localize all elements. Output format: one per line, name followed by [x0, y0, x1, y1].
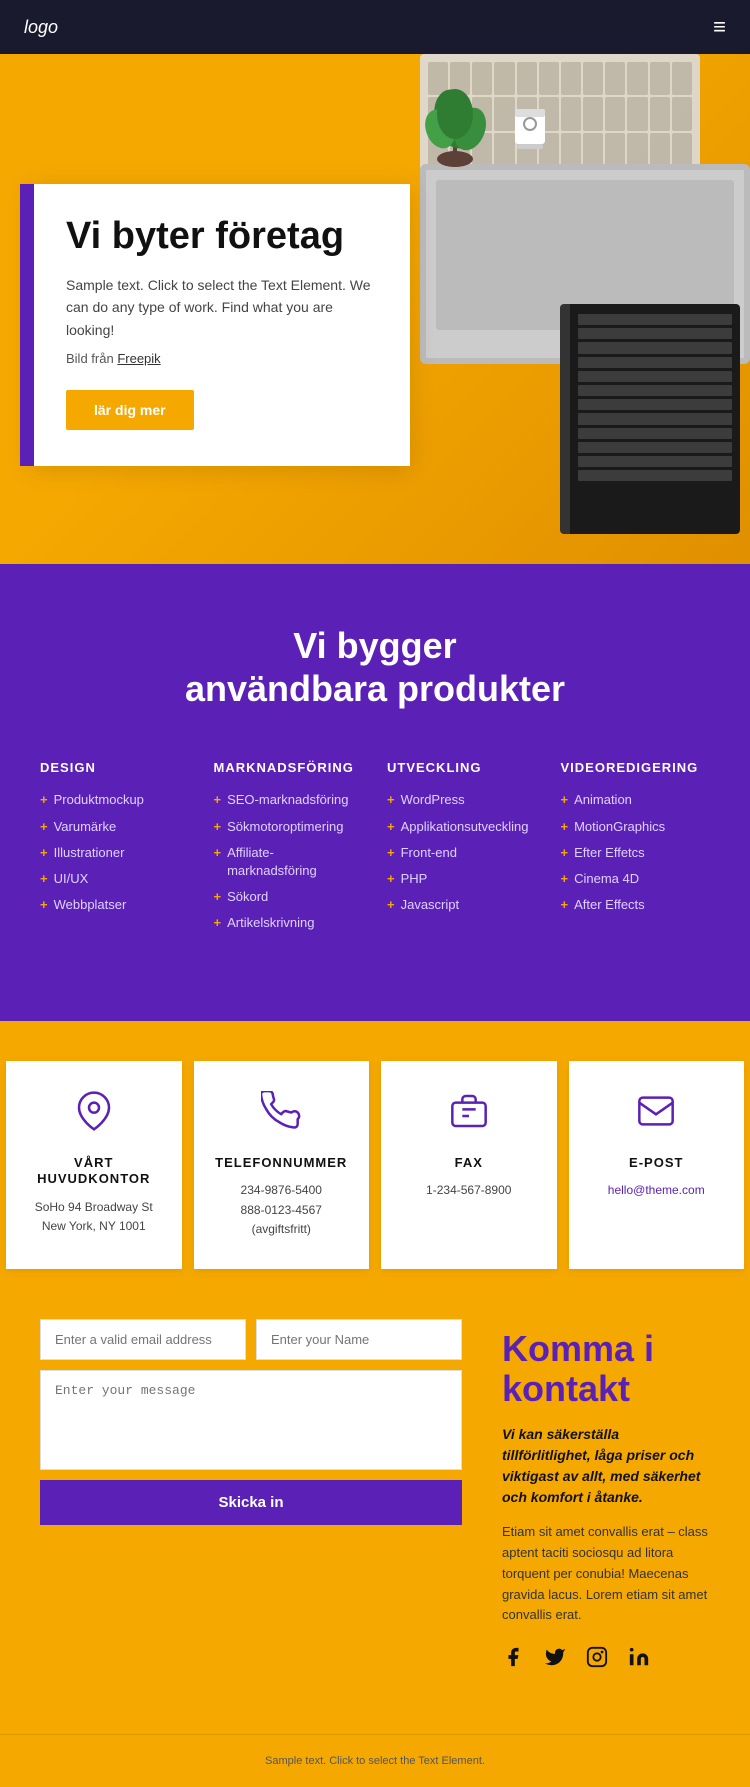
facebook-icon[interactable] [502, 1646, 524, 1674]
phone-icon [214, 1091, 350, 1141]
email-input[interactable] [40, 1319, 246, 1360]
service-item: +Affiliate-marknadsföring [214, 844, 364, 880]
contact-form: Skicka in [40, 1319, 462, 1525]
navbar: logo ≡ [0, 0, 750, 54]
name-input[interactable] [256, 1319, 462, 1360]
service-heading: MARKNADSFÖRING [214, 760, 364, 775]
contact-heading: Komma i kontakt [502, 1329, 710, 1408]
service-item: +WordPress [387, 791, 537, 809]
contact-card-fax: FAX 1-234-567-8900 [381, 1061, 557, 1269]
services-grid: DESIGN +Produktmockup +Varumärke +Illustra… [40, 760, 710, 940]
hero-body-text: Sample text. Click to select the Text El… [66, 274, 374, 341]
service-column: VIDEOREDIGERING +Animation +MotionGraphic… [561, 760, 711, 940]
service-item: +Sökmotoroptimering [214, 818, 364, 836]
form-top-row [40, 1319, 462, 1360]
nav-logo: logo [24, 17, 58, 38]
service-item: +Produktmockup [40, 791, 190, 809]
service-heading: DESIGN [40, 760, 190, 775]
nav-menu-icon[interactable]: ≡ [713, 14, 726, 40]
service-item: +MotionGraphics [561, 818, 711, 836]
service-item: +Illustrationer [40, 844, 190, 862]
service-column: MARKNADSFÖRING +SEO-marknadsföring +Sökmo… [214, 760, 364, 940]
contact-card-heading: VÅRT HUVUDKONTOR [26, 1155, 162, 1189]
contact-body-text: Etiam sit amet convallis erat – class ap… [502, 1522, 710, 1626]
service-item: +Cinema 4D [561, 870, 711, 888]
twitter-icon[interactable] [544, 1646, 566, 1674]
social-icons [502, 1646, 710, 1674]
service-item: +Efter Effetcs [561, 844, 711, 862]
deco-plant [420, 74, 490, 174]
contact-card-heading: FAX [401, 1155, 537, 1172]
contact-info: Komma i kontakt Vi kan säkerställa tillf… [502, 1319, 710, 1674]
contact-email-link[interactable]: hello@theme.com [608, 1183, 705, 1197]
service-item: +Webbplatser [40, 896, 190, 914]
contact-cards-section: VÅRT HUVUDKONTOR SoHo 94 Broadway St New … [0, 1021, 750, 1309]
instagram-icon[interactable] [586, 1646, 608, 1674]
service-item: +Artikelskrivning [214, 914, 364, 932]
contact-card-heading: TELEFONNUMMER [214, 1155, 350, 1172]
service-column: DESIGN +Produktmockup +Varumärke +Illustra… [40, 760, 190, 940]
location-icon [26, 1091, 162, 1141]
service-heading: UTVECKLING [387, 760, 537, 775]
contact-card-phone: 234-9876-5400888-0123-4567 (avgiftsfritt… [214, 1181, 350, 1239]
hero-source-link[interactable]: Freepik [117, 351, 160, 366]
services-title: Vi bygger användbara produkter [40, 624, 710, 710]
contact-card-email: E-POST hello@theme.com [569, 1061, 745, 1269]
contact-card-phone: TELEFONNUMMER 234-9876-5400888-0123-4567 … [194, 1061, 370, 1269]
service-item: +Front-end [387, 844, 537, 862]
footer: Sample text. Click to select the Text El… [0, 1734, 750, 1787]
service-item: +Animation [561, 791, 711, 809]
service-column: UTVECKLING +WordPress +Applikationsutveck… [387, 760, 537, 940]
hero-source: Bild från Freepik [66, 351, 374, 366]
hero-accent-bar [20, 184, 34, 466]
service-item: +UI/UX [40, 870, 190, 888]
hero-title: Vi byter företag [66, 216, 374, 258]
service-item: +Sökord [214, 888, 364, 906]
contact-section: Skicka in Komma i kontakt Vi kan säkerst… [0, 1309, 750, 1734]
services-section: Vi bygger användbara produkter DESIGN +P… [0, 564, 750, 1021]
service-item: +Applikationsutveckling [387, 818, 537, 836]
contact-card-location: VÅRT HUVUDKONTOR SoHo 94 Broadway St New … [6, 1061, 182, 1269]
email-icon [589, 1091, 725, 1141]
hero-section: Vi byter företag Sample text. Click to s… [0, 54, 750, 564]
fax-icon [401, 1091, 537, 1141]
hero-card: Vi byter företag Sample text. Click to s… [30, 184, 410, 466]
service-heading: VIDEOREDIGERING [561, 760, 711, 775]
service-item: +PHP [387, 870, 537, 888]
service-item: +After Effects [561, 896, 711, 914]
service-item: +SEO-marknadsföring [214, 791, 364, 809]
deco-cup [510, 104, 555, 164]
deco-notebook [560, 304, 740, 534]
message-textarea[interactable] [40, 1370, 462, 1470]
contact-card-text: 1-234-567-8900 [401, 1181, 537, 1200]
contact-card-text: SoHo 94 Broadway St New York, NY 1001 [26, 1198, 162, 1236]
contact-card-heading: E-POST [589, 1155, 725, 1172]
linkedin-icon[interactable] [628, 1646, 650, 1674]
hero-cta-button[interactable]: lär dig mer [66, 390, 194, 430]
contact-italic-text: Vi kan säkerställa tillförlitlighet, låg… [502, 1424, 710, 1508]
footer-text: Sample text. Click to select the Text El… [40, 1755, 710, 1767]
service-item: +Varumärke [40, 818, 190, 836]
submit-button[interactable]: Skicka in [40, 1480, 462, 1525]
service-item: +Javascript [387, 896, 537, 914]
